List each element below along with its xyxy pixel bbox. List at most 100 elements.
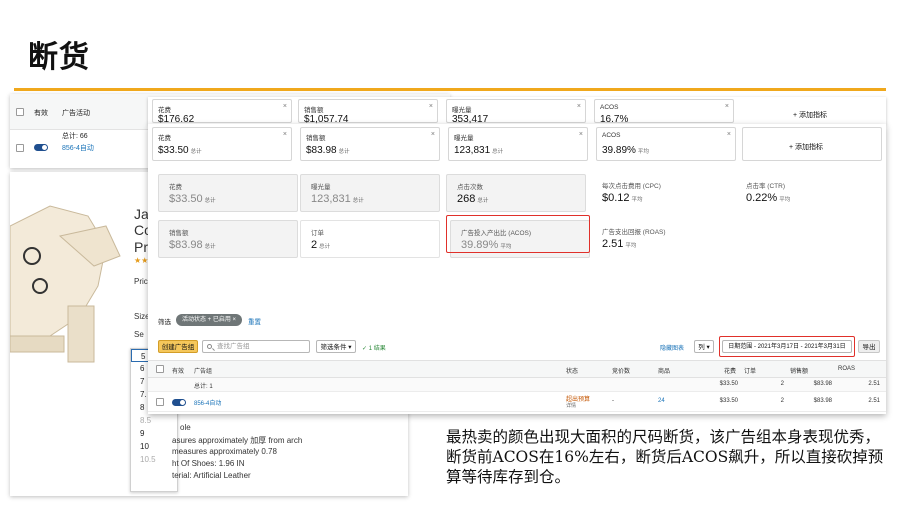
tile-value: $83.98 (169, 239, 203, 251)
metric-label: ACOS (600, 104, 619, 111)
col-roas: ROAS (838, 366, 856, 372)
metric-card-impressions[interactable]: 曝光量 × 123,831 总计 (448, 127, 588, 161)
result-count: ✓ 1 结果 (362, 346, 386, 352)
col-products: 商品 (658, 369, 671, 375)
status-details[interactable]: 详情 (566, 402, 576, 409)
metric-card-acos[interactable]: ACOS × 39.89% 平均 (596, 127, 736, 161)
tile-clicks[interactable]: 点击次数 268 总计 (446, 174, 586, 212)
product-title-line-1: Ja (134, 206, 149, 222)
filter-row: 筛选 活动状态 + 已启用 × 重置 (148, 312, 886, 328)
tile-cpc[interactable]: 每次点击费用 (CPC) $0.12 平均 (592, 174, 732, 212)
tile-roas[interactable]: 广告支出回报 (ROAS) 2.51 平均 (592, 220, 732, 258)
tile-sales[interactable]: 销售额 $83.98 总计 (158, 220, 298, 258)
metric-card[interactable]: 销售额 × $1,057.74 (298, 99, 438, 125)
metric-label: 花费 (158, 107, 171, 114)
tile-value: $0.12 (602, 192, 630, 204)
columns-button-label: 列 (698, 344, 705, 351)
ad-group-toggle[interactable] (172, 399, 186, 406)
size-option[interactable]: 10.5 (131, 453, 177, 466)
reset-filter-link[interactable]: 重置 (248, 316, 261, 326)
tile-sub: 总计 (204, 244, 216, 250)
close-icon[interactable]: × (283, 131, 287, 138)
row-checkbox[interactable] (16, 144, 24, 152)
tile-sub: 平均 (779, 197, 791, 203)
filter-chip-text: 活动状态 + 已启用 (182, 317, 231, 323)
columns-button[interactable]: 列 ▾ (694, 340, 714, 353)
metric-label: ACOS (602, 132, 621, 139)
close-icon[interactable]: × (429, 103, 433, 110)
tile-orders[interactable]: 订单 2 总计 (300, 220, 440, 258)
chevron-down-icon: ▾ (706, 344, 710, 351)
metric-label: 曝光量 (452, 107, 472, 114)
total-roas: 2.51 (868, 381, 880, 387)
close-icon[interactable]: × (579, 131, 583, 138)
close-icon[interactable]: × (727, 131, 731, 138)
ad-group-search[interactable]: 查找广告组 (202, 340, 310, 353)
tile-spend[interactable]: 花费 $33.50 总计 (158, 174, 298, 212)
metric-card-sales[interactable]: 销售额 × $83.98 总计 (300, 127, 440, 161)
close-icon[interactable]: × (577, 103, 581, 110)
row-spend: $33.50 (719, 398, 738, 404)
metric-label: 曝光量 (454, 135, 474, 142)
export-button[interactable]: 导出 (858, 340, 880, 353)
col-status: 状态 (566, 369, 579, 375)
table-row[interactable]: 856-4自动 超出预算 详情 - 24 $33.50 2 $83.98 2.5… (148, 392, 886, 412)
filter-conditions-button[interactable]: 筛选条件 ▾ (316, 340, 356, 353)
size-option[interactable]: 8.5 (131, 414, 177, 427)
ad-group-link[interactable]: 856-4自动 (194, 398, 221, 407)
total-orders: 2 (780, 381, 784, 387)
campaign-toggle[interactable] (34, 144, 48, 151)
metric-card-spend[interactable]: 花费 × $33.50 总计 (152, 127, 292, 161)
row-orders: 2 (780, 398, 784, 404)
row-products[interactable]: 24 (658, 398, 665, 404)
metric-card[interactable]: 花费 × $176.62 (152, 99, 292, 125)
col-active: 有效 (172, 369, 185, 375)
search-icon (207, 344, 212, 349)
tile-value: $33.50 (169, 193, 203, 205)
select-all-checkbox[interactable] (156, 365, 164, 373)
metric-label: 花费 (158, 135, 171, 142)
tile-sub: 平均 (631, 197, 643, 203)
metric-sub: 总计 (190, 149, 202, 155)
row-checkbox[interactable] (156, 398, 164, 406)
acos-highlight-box (446, 215, 590, 253)
size-select[interactable]: Se (134, 330, 144, 339)
tile-sub: 平均 (625, 243, 637, 249)
row-bids: - (612, 398, 614, 404)
close-icon[interactable]: × (725, 103, 729, 110)
campaign-total: 总计: 66 (62, 133, 88, 140)
add-metric-button[interactable]: + 添加指标 (793, 110, 827, 120)
size-option[interactable]: 10 (131, 440, 177, 453)
campaign-link[interactable]: 856-4自动 (62, 143, 94, 153)
title-underline (14, 88, 886, 91)
tile-value: 268 (457, 193, 476, 205)
tile-ctr[interactable]: 点击率 (CTR) 0.22% 平均 (736, 174, 876, 212)
select-all-checkbox[interactable] (16, 108, 24, 116)
date-range-highlight-box (719, 336, 855, 357)
filter-chip-status[interactable]: 活动状态 + 已启用 × (176, 314, 243, 326)
col-orders: 订单 (744, 369, 757, 375)
metric-card[interactable]: ACOS × 16.7% (594, 99, 734, 125)
product-detail: ht Of Shoes: 1.96 IN (172, 459, 245, 468)
tile-label: 点击率 (CTR) (746, 183, 785, 190)
metric-card[interactable]: 曝光量 × 353,417 (446, 99, 586, 125)
tile-impressions[interactable]: 曝光量 123,831 总计 (300, 174, 440, 212)
create-ad-group-button[interactable]: 创建广告组 (158, 340, 198, 353)
hide-chart-link[interactable]: 隐藏图表 (660, 343, 684, 352)
close-icon[interactable]: × (283, 103, 287, 110)
tile-label: 曝光量 (311, 184, 331, 191)
tile-label: 每次点击费用 (CPC) (602, 183, 661, 190)
search-placeholder: 查找广告组 (217, 343, 250, 350)
size-option[interactable]: 9 (131, 427, 177, 440)
tile-label: 广告支出回报 (ROAS) (602, 229, 666, 236)
product-detail: ole (180, 423, 191, 432)
close-icon[interactable]: × (431, 131, 435, 138)
ad-group-table-header: 有效 广告组 状态 竞价数 商品 花费 订单 销售额 ROAS (148, 360, 886, 378)
close-icon[interactable]: × (233, 317, 237, 323)
rating-stars: ★★ (134, 256, 149, 265)
row-sales: $83.98 (813, 398, 832, 404)
metric-sub: 总计 (338, 149, 350, 155)
tile-value: 0.22% (746, 192, 778, 204)
add-metric-button[interactable]: + 添加指标 (789, 142, 823, 152)
add-metric-card[interactable]: + 添加指标 (742, 127, 882, 161)
